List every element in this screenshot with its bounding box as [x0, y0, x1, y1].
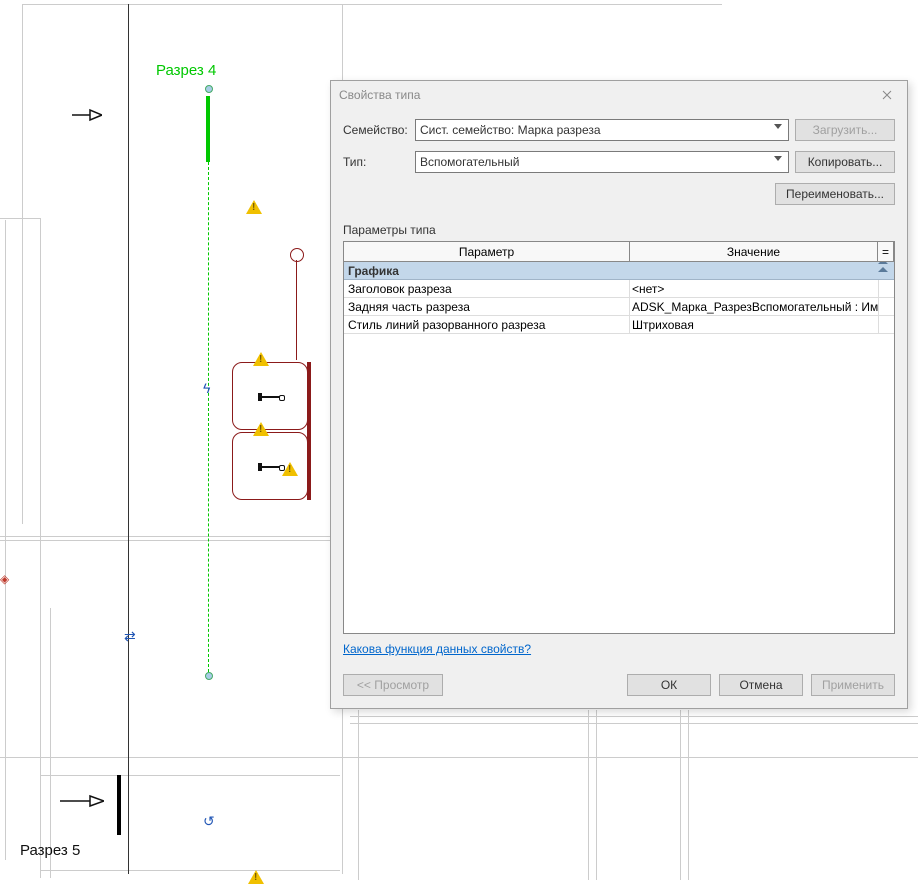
type-properties-dialog: Свойства типа Семейство: Сист. семейство…: [330, 80, 908, 709]
break-symbol: ϟ: [203, 380, 210, 396]
grid-line: [40, 870, 340, 871]
cycle-icon: ↺: [203, 813, 215, 830]
param-cell: Заголовок разреза: [344, 280, 630, 297]
grid-line: [50, 608, 51, 878]
grid-header: Параметр Значение =: [344, 242, 894, 262]
grid-line: [0, 536, 330, 537]
grid-line: [5, 220, 6, 860]
warning-icon[interactable]: [253, 422, 269, 436]
param-cell: Задняя часть разреза: [344, 298, 630, 315]
section-extent-line[interactable]: [208, 162, 209, 672]
grid-line: [350, 716, 918, 717]
chevron-down-icon: [774, 156, 782, 161]
grid-line: [596, 710, 597, 880]
dialog-footer: << Просмотр ОК Отмена Применить: [331, 664, 907, 708]
value-cell[interactable]: Штриховая: [630, 316, 878, 333]
grid-line: [680, 710, 681, 880]
table-row[interactable]: Стиль линий разорванного разреза Штрихов…: [344, 316, 894, 334]
parameters-grid[interactable]: Параметр Значение = Графика Заголовок ра…: [343, 241, 895, 634]
grid-line: [350, 723, 918, 724]
grid-line: [22, 4, 722, 5]
callout-circle[interactable]: [290, 248, 304, 262]
warning-icon[interactable]: [253, 352, 269, 366]
ok-button[interactable]: ОК: [627, 674, 711, 696]
section-cut-line-5[interactable]: [117, 775, 121, 835]
family-label: Семейство:: [343, 123, 409, 137]
section-end-handle[interactable]: [205, 672, 213, 680]
chevron-down-icon: [774, 124, 782, 129]
grid-line: [688, 710, 689, 880]
group-row-graphics[interactable]: Графика: [344, 262, 894, 280]
grid-line: [40, 775, 340, 776]
grid-line: [22, 4, 23, 524]
view-direction-arrow: [60, 794, 104, 811]
family-value: Сист. семейство: Марка разреза: [420, 123, 601, 137]
section-cut-line[interactable]: [206, 96, 210, 162]
dialog-title: Свойства типа: [339, 88, 871, 102]
equipment-connector: [262, 396, 280, 398]
view-direction-arrow: [72, 108, 102, 125]
preview-button: << Просмотр: [343, 674, 443, 696]
apply-button: Применить: [811, 674, 895, 696]
group-label: Графика: [348, 264, 399, 278]
section-label-5[interactable]: Разрез 5: [20, 842, 80, 859]
grid-line: [128, 4, 129, 874]
section-end-handle[interactable]: [205, 85, 213, 93]
grid-body: Графика Заголовок разреза <нет> Задняя ч…: [344, 262, 894, 633]
cancel-button[interactable]: Отмена: [719, 674, 803, 696]
header-value[interactable]: Значение: [630, 242, 878, 261]
rename-button[interactable]: Переименовать...: [775, 183, 895, 205]
type-value: Вспомогательный: [420, 155, 519, 169]
grid-line: [358, 710, 359, 880]
equipment-edge: [307, 362, 311, 500]
grid-line: [0, 540, 330, 541]
copy-button[interactable]: Копировать...: [795, 151, 895, 173]
type-combobox[interactable]: Вспомогательный: [415, 151, 789, 173]
dialog-body: Семейство: Сист. семейство: Марка разрез…: [331, 109, 907, 664]
grid-line: [588, 710, 589, 880]
warning-icon[interactable]: [282, 462, 298, 476]
load-button: Загрузить...: [795, 119, 895, 141]
grid-line: [0, 218, 40, 219]
equipment-connector: [262, 466, 280, 468]
header-equals[interactable]: =: [878, 242, 894, 261]
grid-line: [0, 757, 918, 758]
parameters-section-title: Параметры типа: [343, 223, 895, 237]
grid-line: [40, 218, 41, 878]
collapse-icon[interactable]: [878, 267, 888, 272]
header-parameter[interactable]: Параметр: [344, 242, 630, 261]
close-button[interactable]: [871, 84, 903, 106]
warning-icon[interactable]: [246, 200, 262, 214]
callout-leader: [296, 260, 297, 360]
param-cell: Стиль линий разорванного разреза: [344, 316, 630, 333]
help-link[interactable]: Какова функция данных свойств?: [343, 642, 531, 656]
type-label: Тип:: [343, 155, 409, 169]
family-combobox[interactable]: Сист. семейство: Марка разреза: [415, 119, 789, 141]
table-row[interactable]: Заголовок разреза <нет>: [344, 280, 894, 298]
table-row[interactable]: Задняя часть разреза ADSK_Марка_РазрезВс…: [344, 298, 894, 316]
section-label-4[interactable]: Разрез 4: [156, 62, 216, 79]
dialog-titlebar[interactable]: Свойства типа: [331, 81, 907, 109]
value-cell[interactable]: ADSK_Марка_РазрезВспомогательный : Имя в: [630, 298, 878, 315]
marker-icon: ◈: [0, 572, 9, 586]
flow-arrow-icon: ⇄: [124, 628, 136, 645]
equals-cell: [878, 280, 894, 297]
equals-cell: [878, 316, 894, 333]
value-cell[interactable]: <нет>: [630, 280, 878, 297]
equals-cell: [878, 298, 894, 315]
